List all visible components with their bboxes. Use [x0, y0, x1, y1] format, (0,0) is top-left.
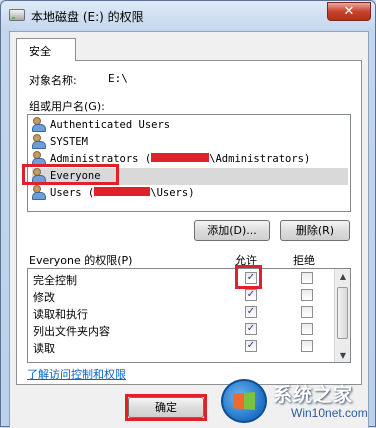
title-bar[interactable]: 本地磁盘 (E:) 的权限 ✕: [1, 1, 376, 31]
permission-row-read-execute: 读取和执行 ✓: [28, 304, 334, 321]
full-control-highlight-box: [235, 265, 262, 289]
deny-checkbox[interactable]: [301, 289, 313, 301]
permission-name: 读取: [33, 342, 55, 355]
scroll-down-arrow-icon[interactable]: ▼: [335, 348, 350, 362]
permission-name: 修改: [33, 291, 55, 304]
deny-checkbox[interactable]: [301, 323, 313, 335]
permissions-window: 本地磁盘 (E:) 的权限 ✕ 安全 对象名称: E:\ 组或用户名(G): A…: [0, 0, 376, 428]
site-watermark: 系统之家 Win10net.com: [221, 377, 371, 425]
deny-column-header: 拒绝: [293, 254, 315, 267]
principal-users[interactable]: Users (\Users): [32, 185, 348, 202]
remove-button[interactable]: 删除(R): [280, 220, 350, 241]
permission-name: 读取和执行: [33, 308, 88, 321]
permission-row-list-folder: 列出文件夹内容 ✓: [28, 321, 334, 338]
window-title: 本地磁盘 (E:) 的权限: [31, 10, 144, 24]
principals-list[interactable]: Authenticated Users SYSTEM Administrator…: [27, 114, 351, 212]
permission-name: 完全控制: [33, 274, 77, 287]
watermark-url-text: Win10net.com: [291, 406, 368, 420]
deny-checkbox[interactable]: [301, 306, 313, 318]
permission-row-full-control: 完全控制 ✓: [28, 270, 334, 287]
object-name-value: E:\: [108, 72, 128, 85]
principals-label: 组或用户名(G):: [29, 100, 105, 113]
user-group-icon: [32, 117, 46, 132]
user-group-icon: [32, 151, 46, 166]
permission-row-read: 读取 ✓: [28, 338, 334, 355]
ok-highlight-box: [125, 394, 207, 421]
principal-system[interactable]: SYSTEM: [32, 134, 348, 151]
tab-security[interactable]: 安全: [16, 38, 76, 61]
permissions-table: 完全控制 ✓ 修改 ✓ 读取和执行 ✓ 列出文件夹内容 ✓ 读取 ✓ ▲ ▼: [27, 268, 351, 363]
permissions-label: Everyone 的权限(P): [29, 254, 133, 267]
deny-checkbox[interactable]: [301, 272, 313, 284]
close-icon: ✕: [343, 4, 355, 19]
permissions-scrollbar[interactable]: ▲ ▼: [334, 269, 350, 362]
principal-authenticated-users[interactable]: Authenticated Users: [32, 117, 348, 134]
redaction-mark: [151, 153, 210, 162]
user-group-icon: [32, 134, 46, 149]
dialog-client-area: 安全 对象名称: E:\ 组或用户名(G): Authenticated Use…: [9, 31, 369, 428]
watermark-cn-text: 系统之家: [273, 384, 354, 406]
drive-icon: [9, 9, 25, 21]
everyone-highlight-box: [22, 164, 119, 185]
user-group-icon: [32, 185, 46, 200]
redaction-mark: [94, 187, 151, 196]
windows-logo-icon: [221, 379, 267, 423]
close-button[interactable]: ✕: [327, 2, 371, 21]
permission-row-modify: 修改 ✓: [28, 287, 334, 304]
allow-checkbox[interactable]: ✓: [245, 306, 257, 318]
deny-checkbox[interactable]: [301, 340, 313, 352]
add-button[interactable]: 添加(D)...: [194, 220, 270, 241]
allow-checkbox[interactable]: ✓: [245, 340, 257, 352]
allow-checkbox[interactable]: ✓: [245, 323, 257, 335]
permission-name: 列出文件夹内容: [33, 325, 110, 338]
scroll-up-arrow-icon[interactable]: ▲: [335, 269, 350, 285]
object-name-label: 对象名称:: [29, 74, 77, 87]
access-control-help-link[interactable]: 了解访问控制和权限: [27, 366, 126, 382]
allow-checkbox[interactable]: ✓: [245, 289, 257, 301]
scrollbar-thumb[interactable]: [337, 287, 348, 339]
